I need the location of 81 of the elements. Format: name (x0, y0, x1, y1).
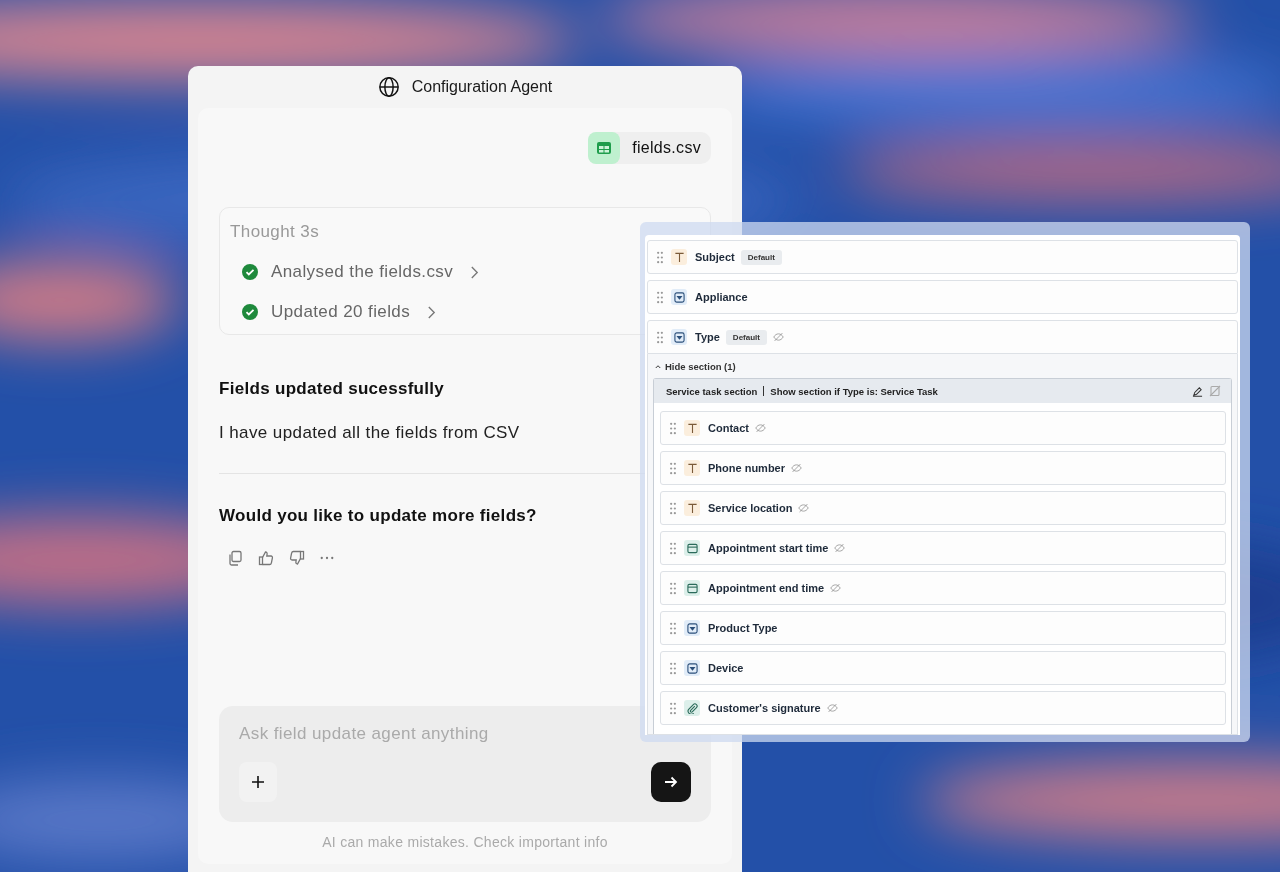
question-text: Would you like to update more fields? (219, 506, 537, 526)
field-row[interactable]: Type Default (647, 320, 1238, 354)
field-row[interactable]: Subject Default (647, 240, 1238, 274)
dropdown-type-icon (673, 291, 685, 303)
drag-handle-icon[interactable] (669, 701, 677, 715)
eye-off-icon[interactable] (834, 543, 846, 553)
field-label: Service location (708, 502, 793, 514)
chevron-up-icon (655, 363, 661, 369)
paperclip-icon (686, 702, 698, 714)
eye-off-icon[interactable] (773, 332, 784, 342)
drag-handle-icon[interactable] (669, 661, 677, 675)
calendar-icon (686, 542, 698, 554)
drag-handle-icon[interactable] (656, 290, 664, 304)
field-row[interactable]: Appointment end time (660, 571, 1226, 605)
dropdown-type-icon (686, 662, 698, 674)
spreadsheet-icon (596, 140, 613, 156)
window-title: Configuration Agent (411, 78, 553, 96)
step-link[interactable]: Updated 20 fields (271, 302, 411, 322)
field-label: Phone number (708, 462, 785, 474)
field-row[interactable]: Contact (660, 411, 1226, 445)
default-tag: Default (725, 329, 767, 345)
text-type-icon (686, 502, 698, 514)
field-row[interactable]: Customer's signature (660, 691, 1226, 725)
eye-off-icon[interactable] (754, 423, 766, 433)
step-link[interactable]: Analysed the fields.csv (271, 262, 454, 282)
text-type-icon (673, 251, 685, 263)
field-row[interactable]: Service location (660, 491, 1226, 525)
hide-section-toggle[interactable]: Hide section (1) (653, 354, 1232, 378)
drag-handle-icon[interactable] (669, 421, 677, 435)
copy-icon[interactable] (227, 550, 243, 566)
add-button[interactable] (239, 762, 277, 802)
arrow-right-icon (663, 774, 679, 790)
field-label: Product Type (708, 622, 778, 634)
send-button[interactable] (651, 762, 691, 802)
eye-off-icon[interactable] (826, 703, 838, 713)
dropdown-type-icon (686, 622, 698, 634)
plus-icon (251, 775, 265, 789)
thumbs-up-icon[interactable] (258, 550, 274, 566)
more-icon[interactable] (320, 556, 334, 560)
chevron-right-icon[interactable] (470, 264, 480, 280)
section-title: Service task section (666, 385, 758, 397)
eye-off-icon[interactable] (798, 503, 810, 513)
disclaimer-text: AI can make mistakes. Check important info (321, 834, 609, 850)
text-type-icon (686, 422, 698, 434)
field-label: Appliance (695, 291, 748, 303)
default-tag: Default (740, 249, 782, 265)
chevron-right-icon[interactable] (427, 304, 437, 320)
field-row[interactable]: Appliance (647, 280, 1238, 314)
field-label: Device (708, 662, 744, 674)
field-label: Subject (695, 251, 735, 263)
thought-title: Thought 3s (230, 222, 321, 242)
field-label: Appointment start time (708, 542, 829, 554)
calendar-icon (686, 582, 698, 594)
globe-icon (377, 76, 400, 98)
drag-handle-icon[interactable] (669, 501, 677, 515)
drag-handle-icon[interactable] (669, 541, 677, 555)
text-type-icon (686, 462, 698, 474)
file-attachment[interactable]: fields.csv (588, 132, 711, 164)
field-label: Type (695, 331, 720, 343)
message-heading: Fields updated sucessfully (219, 379, 445, 399)
drag-handle-icon[interactable] (669, 621, 677, 635)
eye-off-icon[interactable] (791, 463, 802, 473)
drag-handle-icon[interactable] (656, 250, 664, 264)
message-text: I have updated all the fields from CSV (219, 423, 520, 443)
section-condition: Show section if Type is: Service Task (770, 385, 938, 397)
message-input[interactable]: Ask field update agent anything (239, 724, 609, 744)
drag-handle-icon[interactable] (656, 330, 664, 344)
edit-icon[interactable] (1192, 385, 1203, 397)
field-label: Appointment end time (708, 582, 825, 594)
drag-handle-icon[interactable] (669, 581, 677, 595)
field-row[interactable]: Product Type (660, 611, 1226, 645)
field-label: Contact (708, 422, 749, 434)
visibility-off-icon[interactable] (1209, 385, 1221, 397)
field-row[interactable]: Phone number (660, 451, 1226, 485)
field-row[interactable]: Appointment start time (660, 531, 1226, 565)
field-row[interactable]: Device (660, 651, 1226, 685)
field-label: Customer's signature (708, 702, 821, 714)
dropdown-type-icon (673, 331, 685, 343)
drag-handle-icon[interactable] (669, 461, 677, 475)
thumbs-down-icon[interactable] (289, 550, 305, 566)
eye-off-icon[interactable] (830, 583, 842, 593)
